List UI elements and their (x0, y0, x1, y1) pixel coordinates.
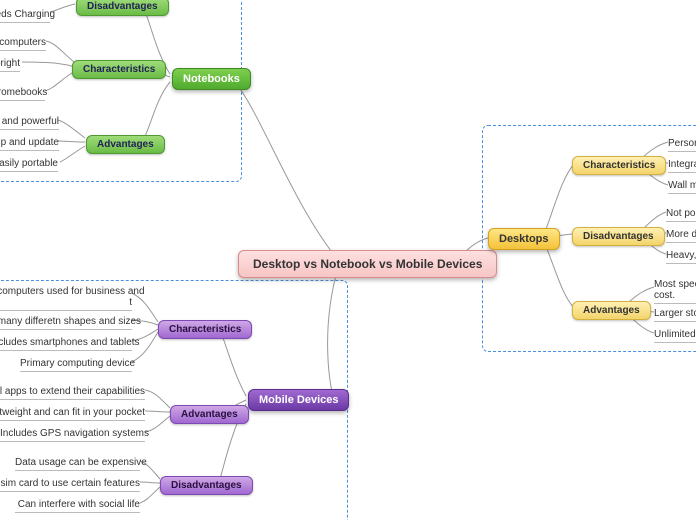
mobile-disadv-leaf-0: Data usage can be expensive (15, 457, 140, 471)
notebooks-char-leaf-1: bright (0, 58, 20, 72)
mobile-node[interactable]: Mobile Devices (248, 389, 349, 411)
mobile-disadv-leaf-1: st buy a sim card to use certain feature… (0, 478, 140, 492)
desktops-disadv-leaf-1: More dif (666, 229, 696, 243)
notebooks-disadvantages-label: Disadvantages (87, 1, 158, 12)
notebooks-adv-leaf-2: Easily portable (0, 158, 58, 172)
center-node[interactable]: Desktop vs Notebook vs Mobile Devices (238, 250, 497, 278)
mobile-title: Mobile Devices (259, 394, 338, 406)
desktops-char-leaf-0: Persona (668, 138, 696, 152)
desktops-disadv-leaf-2: Heavy, b (666, 250, 696, 264)
mobile-characteristics-node[interactable]: Characteristics (158, 320, 252, 339)
notebooks-char-leaf-0: nal computers (0, 37, 46, 51)
notebooks-disadvantages-node[interactable]: Disadvantages (76, 0, 169, 16)
desktops-node[interactable]: Desktops (488, 228, 560, 250)
mobile-disadvantages-label: Disadvantages (171, 480, 242, 491)
mobile-char-leaf-0: dheld computers used for business andt (0, 286, 132, 311)
mobile-characteristics-label: Characteristics (169, 324, 241, 335)
mobile-adv-leaf-0: d additonal apps to extend their capabil… (0, 386, 145, 400)
notebooks-advantages-label: Advantages (97, 139, 154, 150)
desktops-title: Desktops (499, 233, 549, 245)
mobile-disadvantages-node[interactable]: Disadvantages (160, 476, 253, 495)
notebooks-title: Notebooks (183, 73, 240, 85)
mobile-char-leaf-1: omes in many differetn shapes and sizes (0, 316, 132, 330)
notebooks-characteristics-node[interactable]: Characteristics (72, 60, 166, 79)
notebooks-adv-leaf-1: set up and update (0, 137, 59, 151)
mobile-adv-leaf-2: Includes GPS navigation systems (0, 428, 145, 442)
notebooks-adv-leaf-0: light and powerful (0, 116, 59, 130)
desktops-characteristics-label: Characteristics (583, 160, 655, 171)
mindmap-stage: Desktop vs Notebook vs Mobile Devices No… (0, 0, 696, 520)
desktops-advantages-node[interactable]: Advantages (572, 301, 651, 320)
mobile-advantages-node[interactable]: Advantages (170, 405, 249, 424)
mobile-char-leaf-3: Primary computing device (20, 358, 132, 372)
notebooks-disadv-leaf-0: eeds Charging (0, 9, 50, 23)
desktops-adv-leaf-2: Unlimited ba (654, 329, 696, 343)
mobile-char-leaf-2: Includes smartphones and tablets (0, 337, 132, 351)
notebooks-characteristics-label: Characteristics (83, 64, 155, 75)
desktops-adv-leaf-0: Most speed,cost. (654, 279, 696, 304)
notebooks-node[interactable]: Notebooks (172, 68, 251, 90)
desktops-char-leaf-1: Integra (668, 159, 696, 173)
mobile-adv-leaf-1: Small, lightweight and can fit in your p… (0, 407, 145, 421)
desktops-adv-leaf-1: Larger stora (654, 308, 696, 322)
desktops-disadv-leaf-0: Not porta (666, 208, 696, 222)
mobile-disadv-leaf-2: Can interfere with social life (15, 499, 140, 513)
center-title: Desktop vs Notebook vs Mobile Devices (253, 257, 482, 271)
desktops-disadvantages-label: Disadvantages (583, 231, 654, 242)
desktops-advantages-label: Advantages (583, 305, 640, 316)
mobile-advantages-label: Advantages (181, 409, 238, 420)
notebooks-char-leaf-2: Chromebooks (0, 87, 45, 101)
desktops-char-leaf-2: Wall mo (668, 180, 696, 194)
desktops-characteristics-node[interactable]: Characteristics (572, 156, 666, 175)
desktops-disadvantages-node[interactable]: Disadvantages (572, 227, 665, 246)
notebooks-advantages-node[interactable]: Advantages (86, 135, 165, 154)
